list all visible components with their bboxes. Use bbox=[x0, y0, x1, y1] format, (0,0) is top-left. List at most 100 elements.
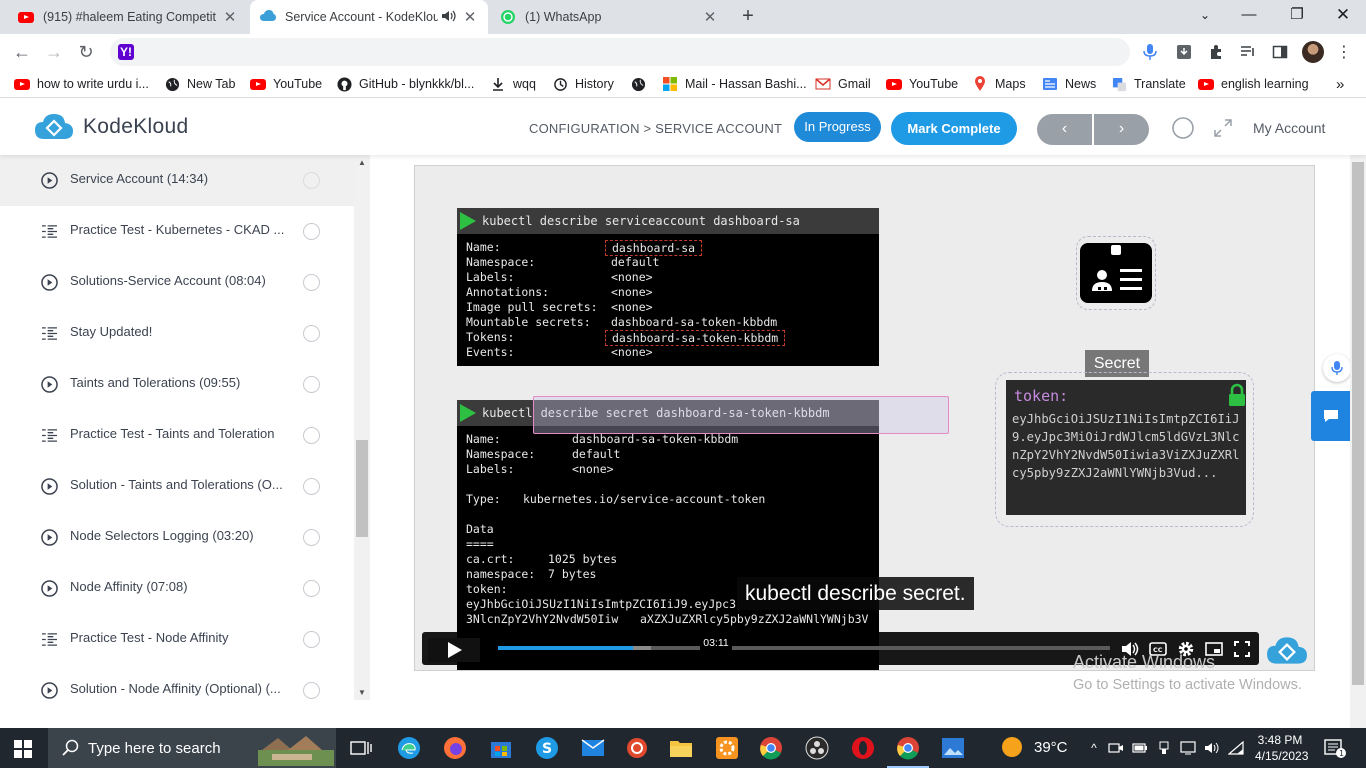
chrome-active-icon[interactable] bbox=[887, 735, 929, 768]
completion-circle-icon[interactable] bbox=[303, 580, 320, 597]
weather-widget[interactable]: 39°C bbox=[1002, 737, 1068, 757]
close-tab-icon[interactable]: ✕ bbox=[702, 8, 718, 26]
completion-circle-icon[interactable] bbox=[303, 631, 320, 648]
chat-widget-button[interactable] bbox=[1311, 391, 1350, 441]
bookmark-item[interactable]: GitHub - blynkkk/bl... bbox=[336, 76, 474, 92]
obs-icon[interactable] bbox=[804, 735, 830, 761]
completion-circle-icon[interactable] bbox=[303, 478, 320, 495]
previous-lesson-button[interactable]: ‹ bbox=[1037, 114, 1092, 145]
my-account-link[interactable]: My Account bbox=[1253, 120, 1325, 136]
in-progress-button[interactable]: In Progress bbox=[794, 112, 881, 142]
forward-button[interactable]: → bbox=[42, 40, 66, 64]
display-icon[interactable] bbox=[1180, 740, 1196, 756]
completion-circle-icon[interactable] bbox=[303, 682, 320, 699]
bookmark-item[interactable]: Gmail bbox=[815, 76, 871, 92]
taskbar-clock[interactable]: 3:48 PM 4/15/2023 bbox=[1255, 732, 1308, 764]
mark-complete-button[interactable]: Mark Complete bbox=[891, 112, 1017, 145]
windows-start-icon[interactable] bbox=[14, 740, 32, 758]
menu-icon[interactable]: ⋮ bbox=[1334, 42, 1354, 62]
file-explorer-icon[interactable] bbox=[668, 735, 694, 761]
skype-icon[interactable]: S bbox=[534, 735, 560, 761]
bookmark-item[interactable]: History bbox=[552, 76, 614, 92]
dark-mode-icon[interactable] bbox=[1171, 116, 1195, 140]
completion-circle-icon[interactable] bbox=[303, 274, 320, 291]
tab-kodekloud[interactable]: Service Account - KodeKloud ✕ bbox=[250, 0, 488, 34]
bookmark-item[interactable]: New Tab bbox=[164, 76, 235, 92]
close-window-button[interactable]: ✕ bbox=[1320, 0, 1366, 30]
lesson-item[interactable]: Solutions-Service Account (08:04) bbox=[0, 257, 354, 308]
bookmark-item[interactable]: Maps bbox=[972, 76, 1026, 92]
store-icon[interactable] bbox=[488, 735, 514, 761]
lesson-item[interactable]: Taints and Tolerations (09:55) bbox=[0, 359, 354, 410]
bookmark-item[interactable]: Translate bbox=[1111, 76, 1186, 92]
lesson-item[interactable]: Solution - Node Affinity (Optional) (... bbox=[0, 665, 354, 716]
lesson-item[interactable]: Practice Test - Node Affinity bbox=[0, 614, 354, 665]
play-button[interactable] bbox=[428, 638, 480, 662]
speaker-icon[interactable] bbox=[442, 10, 456, 25]
paint-app-icon[interactable] bbox=[624, 735, 650, 761]
bookmark-item[interactable]: YouTube bbox=[250, 76, 322, 92]
fullscreen-video-icon[interactable] bbox=[1232, 639, 1252, 659]
side-panel-icon[interactable] bbox=[1270, 42, 1290, 62]
photos-icon[interactable] bbox=[940, 735, 966, 761]
lesson-item[interactable]: Stay Updated! bbox=[0, 308, 354, 359]
page-scroll-thumb[interactable] bbox=[1352, 162, 1364, 685]
completion-circle-icon[interactable] bbox=[303, 325, 320, 342]
volume-tray-icon[interactable] bbox=[1204, 740, 1220, 756]
new-tab-button[interactable]: + bbox=[736, 5, 760, 29]
next-lesson-button[interactable]: › bbox=[1094, 114, 1149, 145]
lesson-item[interactable]: Solution - Taints and Tolerations (O... bbox=[0, 461, 354, 512]
sidebar-scroll-thumb[interactable] bbox=[356, 440, 368, 537]
tab-search-icon[interactable]: ⌄ bbox=[1182, 0, 1228, 30]
profile-avatar[interactable] bbox=[1302, 41, 1324, 63]
bookmark-item[interactable]: how to write urdu i... bbox=[14, 76, 149, 92]
completion-circle-icon[interactable] bbox=[303, 529, 320, 546]
completion-circle-icon[interactable] bbox=[303, 172, 320, 189]
video-player[interactable]: kubectl describe serviceaccount dashboar… bbox=[414, 165, 1315, 671]
kodekloud-logo[interactable]: KodeKloud bbox=[34, 113, 188, 141]
wifi-icon[interactable] bbox=[1228, 740, 1244, 756]
completion-circle-icon[interactable] bbox=[303, 223, 320, 240]
close-tab-icon[interactable]: ✕ bbox=[222, 8, 238, 26]
bookmark-item[interactable]: wqq bbox=[490, 76, 536, 92]
notification-center-icon[interactable]: 1 bbox=[1324, 738, 1346, 761]
bookmark-item[interactable] bbox=[630, 76, 653, 92]
meet-now-icon[interactable] bbox=[1108, 740, 1124, 756]
address-bar[interactable]: Y! bbox=[110, 38, 1130, 66]
taskbar-search[interactable]: Type here to search bbox=[48, 728, 336, 768]
lesson-item[interactable]: Practice Test - Taints and Toleration bbox=[0, 410, 354, 461]
scroll-up-arrow-icon[interactable]: ▲ bbox=[356, 157, 368, 169]
settings-app-icon[interactable] bbox=[714, 735, 740, 761]
battery-icon[interactable] bbox=[1132, 740, 1148, 756]
mail-icon[interactable] bbox=[580, 735, 606, 761]
restore-button[interactable]: ❐ bbox=[1274, 0, 1320, 30]
sidebar-scrollbar[interactable] bbox=[354, 155, 370, 700]
extensions-icon[interactable] bbox=[1206, 42, 1226, 62]
close-tab-icon[interactable]: ✕ bbox=[462, 8, 478, 26]
task-view-icon[interactable] bbox=[348, 735, 374, 761]
edge-icon[interactable] bbox=[396, 735, 422, 761]
usb-icon[interactable] bbox=[1156, 740, 1172, 756]
scroll-down-arrow-icon[interactable]: ▼ bbox=[356, 687, 368, 699]
lesson-item[interactable]: Practice Test - Kubernetes - CKAD ... bbox=[0, 206, 354, 257]
tab-youtube[interactable]: (915) #haleem Eating Competitio ✕ bbox=[8, 0, 248, 34]
completion-circle-icon[interactable] bbox=[303, 376, 320, 393]
media-control-icon[interactable] bbox=[1238, 42, 1258, 62]
bookmark-item[interactable]: YouTube bbox=[886, 76, 958, 92]
reload-button[interactable]: ↻ bbox=[74, 40, 98, 64]
lesson-item[interactable]: Node Affinity (07:08) bbox=[0, 563, 354, 614]
video-progress-bar[interactable]: 03:11 bbox=[498, 634, 1110, 652]
more-bookmarks-icon[interactable]: » bbox=[1336, 76, 1344, 93]
bookmark-item[interactable]: News bbox=[1042, 76, 1096, 92]
lesson-item[interactable]: Node Selectors Logging (03:20) bbox=[0, 512, 354, 563]
lesson-item[interactable]: Service Account (14:34) bbox=[0, 155, 354, 206]
fullscreen-icon[interactable] bbox=[1211, 116, 1235, 140]
download-extension-icon[interactable] bbox=[1174, 42, 1194, 62]
bookmark-item[interactable]: Mail - Hassan Bashi... bbox=[662, 76, 807, 92]
firefox-icon[interactable] bbox=[442, 735, 468, 761]
minimize-button[interactable]: — bbox=[1226, 0, 1272, 30]
microphone-widget-icon[interactable] bbox=[1323, 354, 1351, 382]
tab-whatsapp[interactable]: (1) WhatsApp ✕ bbox=[490, 0, 728, 34]
bookmark-item[interactable]: english learning bbox=[1198, 76, 1309, 92]
voice-search-icon[interactable] bbox=[1140, 42, 1160, 62]
